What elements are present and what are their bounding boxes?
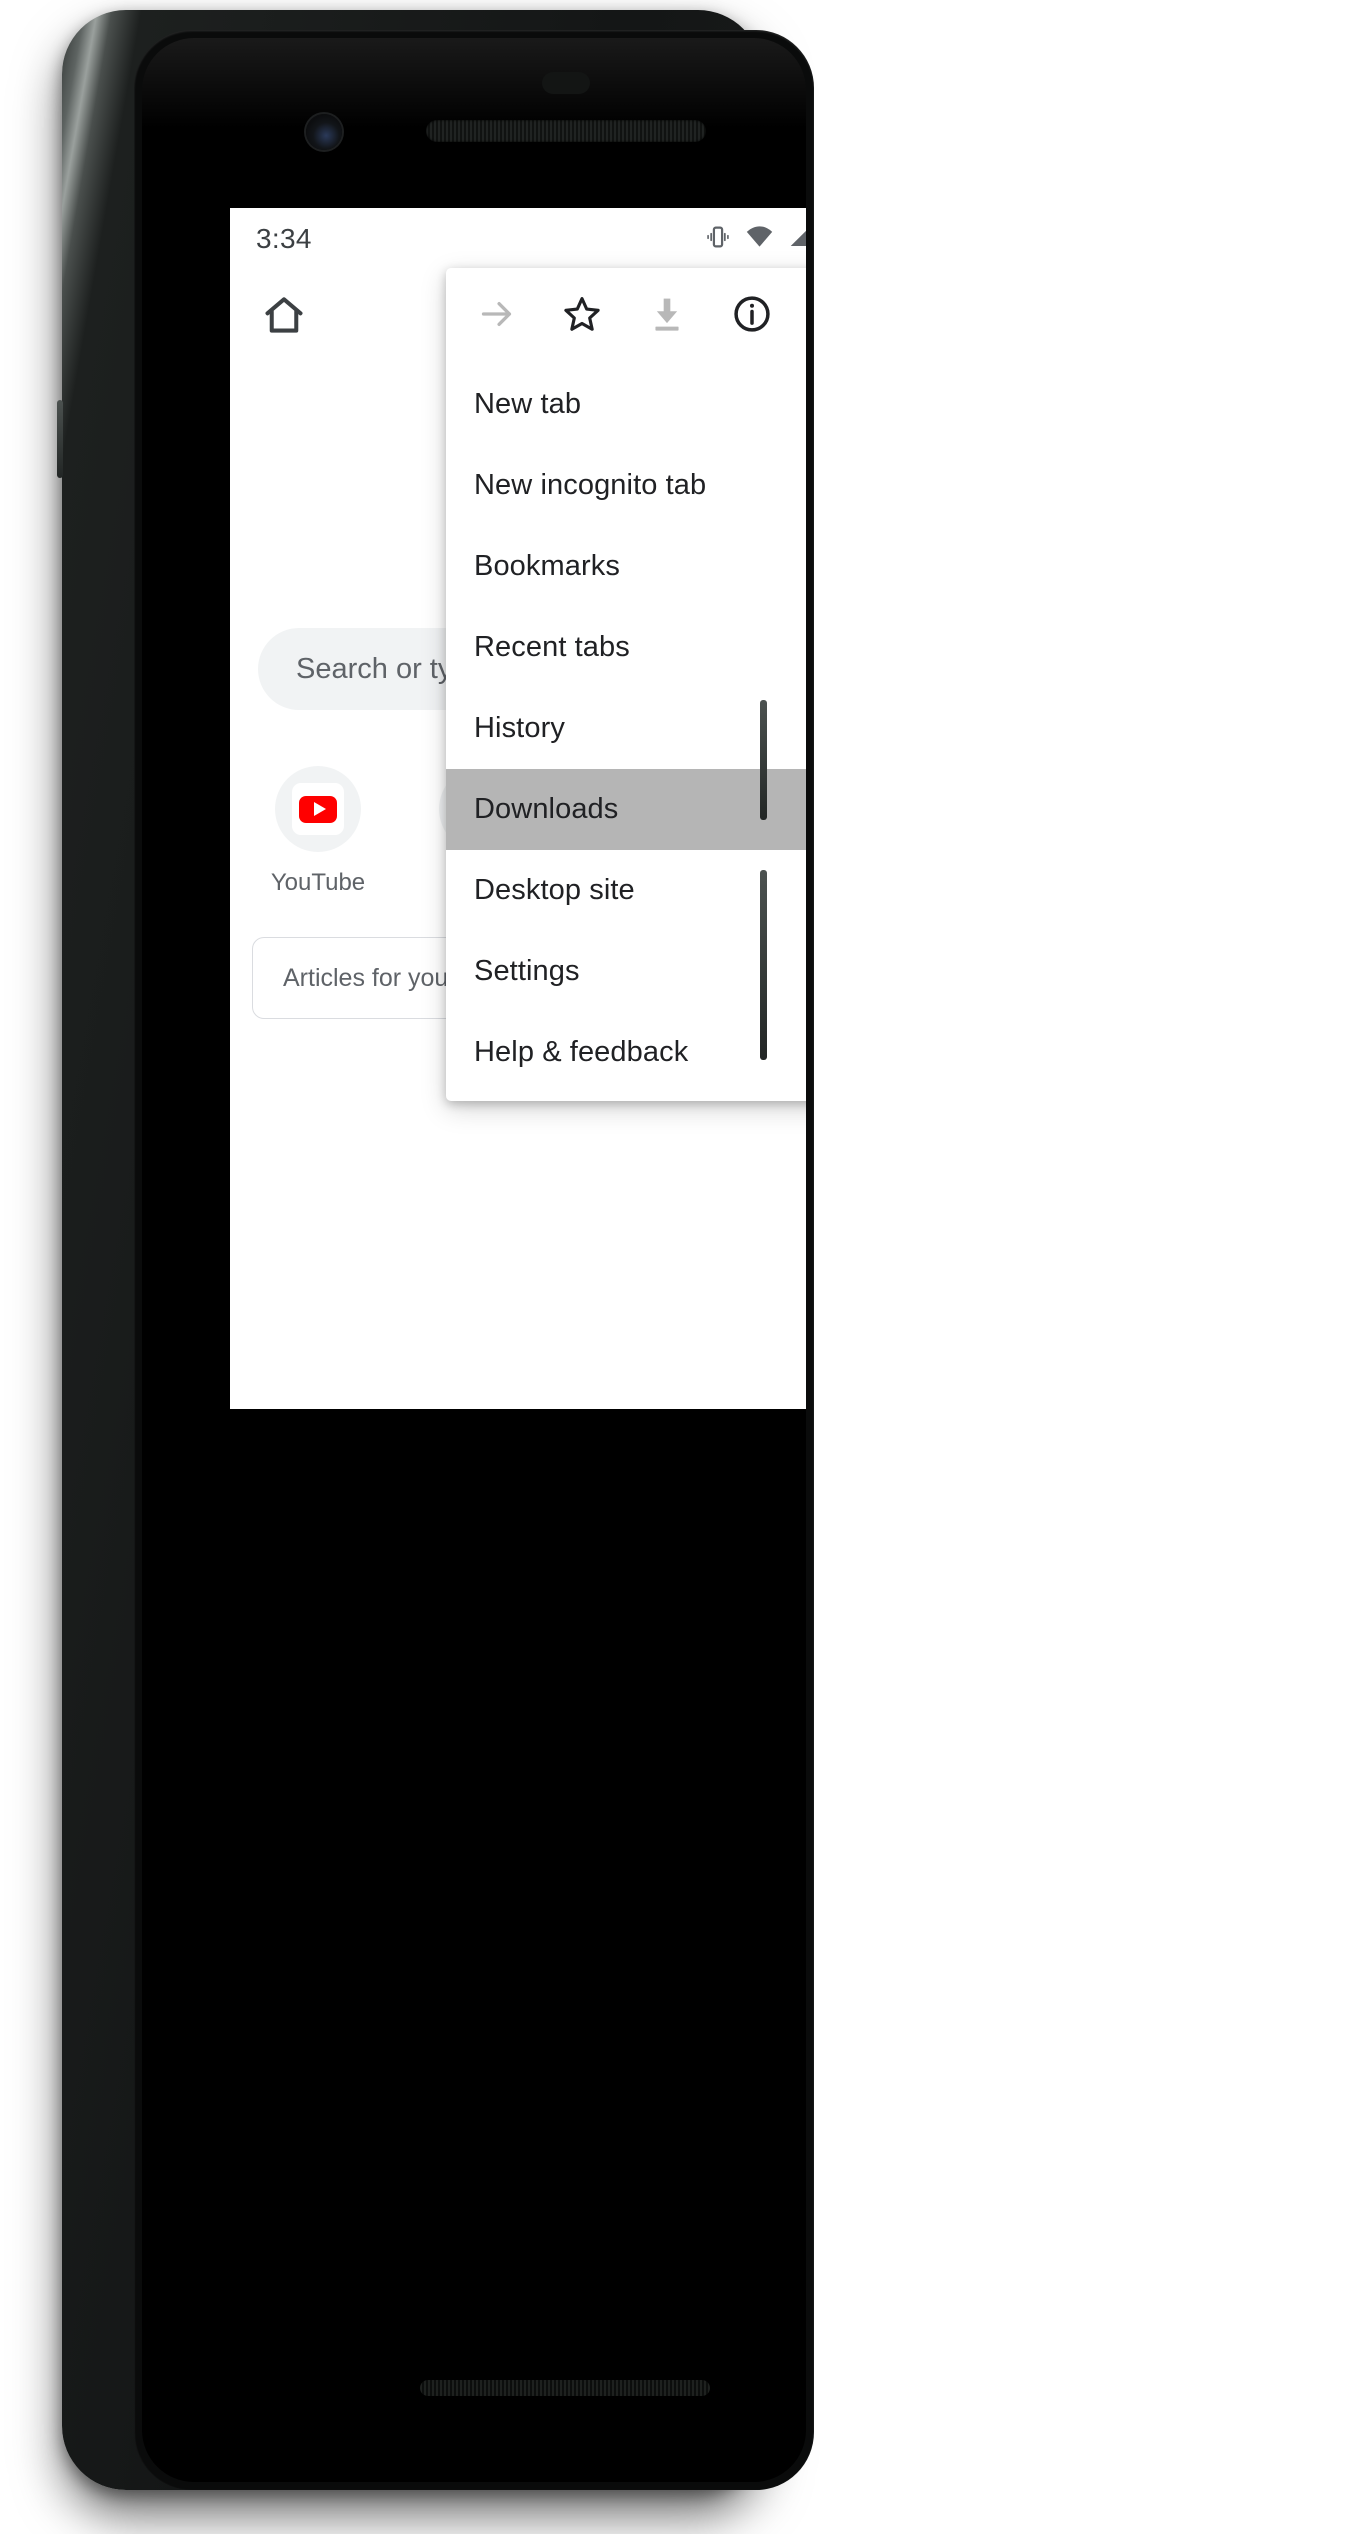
- vibrate-icon: [704, 223, 732, 256]
- home-icon: [261, 293, 307, 344]
- app-menu-item-label: New incognito tab: [474, 469, 707, 501]
- status-bar-icons: [704, 222, 806, 256]
- app-menu-item[interactable]: Recent tabs: [446, 607, 806, 688]
- app-menu-item-label: Desktop site: [474, 874, 635, 906]
- forward-arrow-icon: [476, 293, 518, 340]
- youtube-icon: [292, 783, 344, 835]
- youtube-icon-body: [299, 795, 337, 823]
- earpiece-grille: [426, 120, 706, 142]
- app-menu-item[interactable]: Bookmarks: [446, 526, 806, 607]
- app-menu-icon-row: [446, 268, 806, 364]
- sim-tray: [57, 400, 63, 478]
- phone-device-frame: 3:34 Search or type YouTube Articles for…: [57, 10, 814, 2490]
- power-button[interactable]: [760, 700, 767, 820]
- app-menu-item-label: History: [474, 712, 565, 744]
- app-menu-item-label: Help & feedback: [474, 1036, 689, 1068]
- home-button[interactable]: [256, 290, 312, 346]
- page-info-button[interactable]: [721, 285, 783, 347]
- status-bar: 3:34: [230, 208, 806, 270]
- bottom-speaker-grille: [420, 2380, 710, 2396]
- app-menu-item-label: New tab: [474, 388, 582, 420]
- app-menu-item-label: Downloads: [474, 793, 619, 825]
- top-speaker-notch: [542, 72, 590, 94]
- app-menu-item-label: Bookmarks: [474, 550, 620, 582]
- screen-glare: [142, 38, 806, 128]
- front-camera-icon: [306, 114, 342, 150]
- cellular-signal-icon: [787, 223, 806, 255]
- download-button[interactable]: [636, 285, 698, 347]
- bookmark-button[interactable]: [551, 285, 613, 347]
- forward-button[interactable]: [466, 285, 528, 347]
- app-menu-item[interactable]: New tab: [446, 364, 806, 445]
- info-icon: [731, 293, 773, 340]
- star-icon: [561, 293, 603, 340]
- app-menu-item[interactable]: Desktop site: [446, 850, 806, 931]
- youtube-tile-circle: [275, 766, 361, 852]
- phone-screen: 3:34 Search or type YouTube Articles for…: [230, 208, 806, 1409]
- status-bar-clock: 3:34: [256, 223, 312, 254]
- app-menu-item-label: Recent tabs: [474, 631, 630, 663]
- app-menu-item-label: Settings: [474, 955, 580, 987]
- download-icon: [646, 293, 688, 340]
- app-menu-item[interactable]: New incognito tab: [446, 445, 806, 526]
- articles-card-title: Articles for you: [283, 963, 449, 992]
- app-menu-item[interactable]: Settings: [446, 931, 806, 1012]
- volume-button[interactable]: [760, 870, 767, 1060]
- shortcut-tile-youtube[interactable]: YouTube: [254, 766, 382, 897]
- app-menu-item[interactable]: History: [446, 688, 806, 769]
- app-menu-popup: New tab New incognito tab Bookmarks Recent …: [446, 268, 806, 1101]
- phone-screen-glass: 3:34 Search or type YouTube Articles for…: [142, 38, 806, 2482]
- app-menu-item-list: New tab New incognito tab Bookmarks Recent …: [446, 364, 806, 1093]
- app-menu-item[interactable]: Help & feedback: [446, 1012, 806, 1093]
- youtube-play-triangle: [313, 802, 326, 816]
- wifi-icon: [745, 222, 774, 256]
- shortcut-tile-label: YouTube: [270, 869, 366, 896]
- app-menu-item[interactable]: Downloads: [446, 769, 806, 850]
